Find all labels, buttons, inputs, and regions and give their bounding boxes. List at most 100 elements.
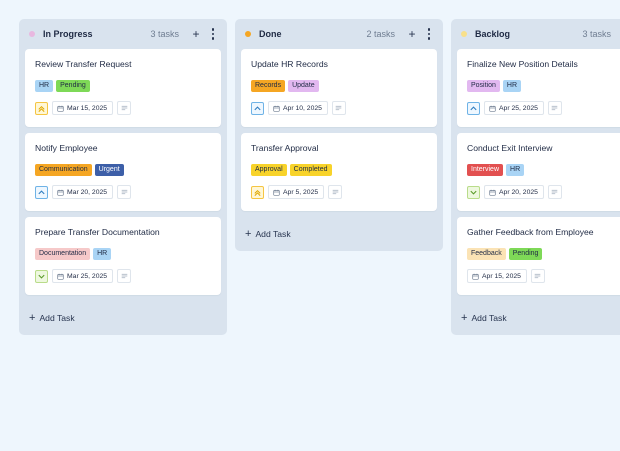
priority-button[interactable] xyxy=(251,101,264,115)
notes-icon xyxy=(335,105,342,111)
task-card[interactable]: Finalize New Position Details Position HR A… xyxy=(457,49,620,127)
tag-badge: HR xyxy=(93,248,112,260)
priority-button[interactable] xyxy=(251,185,264,199)
chevron-down-icon xyxy=(38,274,45,279)
card-title: Conduct Exit Interview xyxy=(467,143,553,153)
add-task-button[interactable]: + Add Task xyxy=(19,301,227,335)
task-card[interactable]: Gather Feedback from Employee Feedback Pen… xyxy=(457,217,620,295)
more-options-icon[interactable] xyxy=(423,28,435,40)
chevron-down-icon xyxy=(470,190,477,195)
priority-button[interactable] xyxy=(35,101,48,115)
task-count: 2 tasks xyxy=(366,29,395,39)
due-date-chip[interactable]: Mar 20, 2025 xyxy=(52,185,114,199)
priority-button[interactable] xyxy=(35,185,48,199)
tag-badge: Completed xyxy=(289,164,332,176)
calendar-icon xyxy=(57,273,64,280)
due-date-text: Apr 20, 2025 xyxy=(499,188,538,196)
calendar-icon xyxy=(472,273,479,280)
due-date-text: Apr 5, 2025 xyxy=(283,188,319,196)
due-date-text: Apr 15, 2025 xyxy=(482,272,521,280)
tag-list: Approval Completed xyxy=(251,164,427,176)
plus-icon: + xyxy=(245,228,252,240)
tag-badge: Approval xyxy=(251,164,287,176)
due-date-chip[interactable]: Apr 5, 2025 xyxy=(268,185,325,199)
status-dot xyxy=(29,31,35,37)
card-meta: Mar 15, 2025 xyxy=(35,101,211,115)
card-title: Gather Feedback from Employee xyxy=(467,227,594,237)
add-task-button[interactable]: + Add Task xyxy=(235,217,443,251)
tag-badge: Feedback xyxy=(467,248,506,260)
task-count: 3 tasks xyxy=(582,29,611,39)
calendar-icon xyxy=(489,189,496,196)
column-title: Done xyxy=(259,29,282,39)
kanban-board: In Progress 3 tasks + Review Transfer Re… xyxy=(0,0,620,451)
notes-button[interactable] xyxy=(530,269,545,283)
notes-button[interactable] xyxy=(547,185,562,199)
column-header: In Progress 3 tasks + xyxy=(19,19,227,49)
status-dot xyxy=(245,31,251,37)
calendar-icon xyxy=(57,189,64,196)
due-date-chip[interactable]: Apr 25, 2025 xyxy=(484,101,544,115)
status-dot xyxy=(461,31,467,37)
due-date-chip[interactable]: Mar 25, 2025 xyxy=(52,269,114,283)
chevron-up-icon xyxy=(38,189,45,194)
task-card[interactable]: Transfer Approval Approval Completed Apr 5,… xyxy=(241,133,437,211)
task-card[interactable]: Review Transfer Request HR Pending Mar 15, … xyxy=(25,49,221,127)
tag-badge: Update xyxy=(288,80,319,92)
notes-icon xyxy=(551,105,558,111)
column-backlog: Backlog 3 tasks + Finalize New Position … xyxy=(451,19,620,335)
plus-icon: + xyxy=(461,312,468,324)
notes-button[interactable] xyxy=(117,185,132,199)
add-task-label: Add Task xyxy=(39,313,75,323)
priority-button[interactable] xyxy=(35,269,48,283)
notes-icon xyxy=(332,189,339,195)
card-title: Notify Employee xyxy=(35,143,98,153)
chevron-up-icon xyxy=(254,105,261,110)
add-card-icon[interactable]: + xyxy=(405,28,419,40)
notes-button[interactable] xyxy=(117,101,132,115)
task-card[interactable]: Notify Employee Communication Urgent Mar 20… xyxy=(25,133,221,211)
due-date-chip[interactable]: Mar 15, 2025 xyxy=(52,101,114,115)
card-title: Prepare Transfer Documentation xyxy=(35,227,160,237)
column-title: In Progress xyxy=(43,29,93,39)
column-header: Done 2 tasks + xyxy=(235,19,443,49)
card-meta: Mar 20, 2025 xyxy=(35,185,211,199)
notes-icon xyxy=(121,189,128,195)
add-card-icon[interactable]: + xyxy=(189,28,203,40)
tag-list: Documentation HR xyxy=(35,248,211,260)
calendar-icon xyxy=(273,105,280,112)
notes-icon xyxy=(551,189,558,195)
due-date-chip[interactable]: Apr 15, 2025 xyxy=(467,269,527,283)
column-header: Backlog 3 tasks + xyxy=(451,19,620,49)
tag-list: Communication Urgent xyxy=(35,164,211,176)
due-date-chip[interactable]: Apr 20, 2025 xyxy=(484,185,544,199)
add-task-button[interactable]: + Add Task xyxy=(451,301,620,335)
notes-icon xyxy=(121,105,128,111)
notes-button[interactable] xyxy=(328,185,343,199)
task-card[interactable]: Conduct Exit Interview Interview HR Apr 20,… xyxy=(457,133,620,211)
card-title: Update HR Records xyxy=(251,59,328,69)
due-date-chip[interactable]: Apr 10, 2025 xyxy=(268,101,328,115)
tag-badge: Documentation xyxy=(35,248,91,260)
column-done: Done 2 tasks + Update HR Records Records U… xyxy=(235,19,443,251)
tag-badge: HR xyxy=(506,164,525,176)
due-date-text: Apr 10, 2025 xyxy=(283,104,322,112)
tag-list: Records Update xyxy=(251,80,427,92)
notes-button[interactable] xyxy=(547,101,562,115)
card-meta: Apr 25, 2025 xyxy=(467,101,620,115)
priority-button[interactable] xyxy=(467,101,480,115)
tag-badge: Communication xyxy=(35,164,92,176)
column-in-progress: In Progress 3 tasks + Review Transfer Re… xyxy=(19,19,227,335)
tag-badge: Pending xyxy=(508,248,543,260)
more-options-icon[interactable] xyxy=(207,28,219,40)
due-date-text: Mar 15, 2025 xyxy=(67,104,108,112)
due-date-text: Mar 20, 2025 xyxy=(67,188,108,196)
card-title: Finalize New Position Details xyxy=(467,59,578,69)
plus-icon: + xyxy=(29,312,36,324)
task-card[interactable]: Prepare Transfer Documentation Documentat… xyxy=(25,217,221,295)
priority-button[interactable] xyxy=(467,185,480,199)
notes-button[interactable] xyxy=(331,101,346,115)
task-card[interactable]: Update HR Records Records Update Apr 10, 20… xyxy=(241,49,437,127)
task-count: 3 tasks xyxy=(150,29,179,39)
notes-button[interactable] xyxy=(117,269,132,283)
